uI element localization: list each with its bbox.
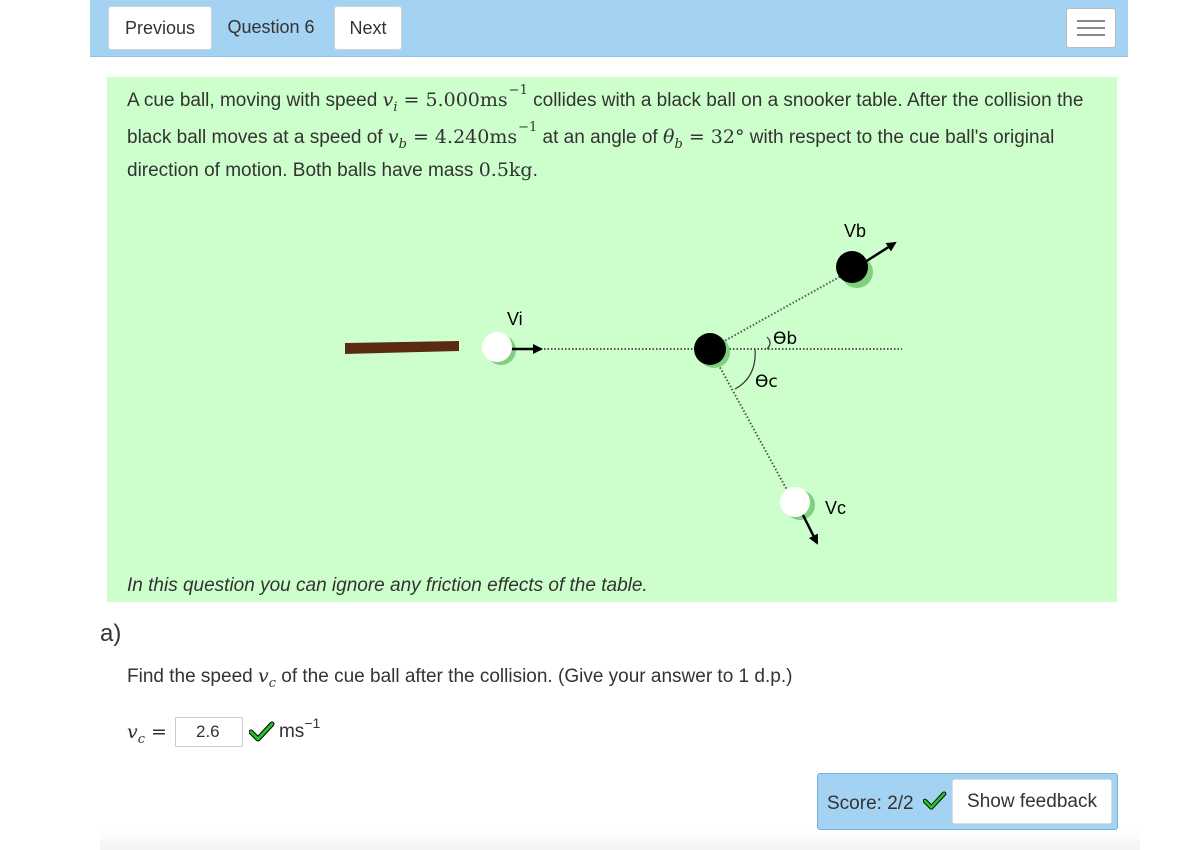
question-nav-bar: Previous Question 6 Next bbox=[90, 0, 1128, 57]
answer-row: vc = ms−1 bbox=[127, 715, 320, 749]
correct-check-icon bbox=[248, 721, 275, 742]
cue-ball-initial bbox=[482, 332, 512, 362]
black-ball-after bbox=[836, 251, 868, 283]
vb-arrow bbox=[864, 241, 897, 264]
cue-ball-after bbox=[780, 487, 810, 517]
theta-c-arc bbox=[734, 348, 756, 390]
label-theta-c: ϴc bbox=[755, 372, 778, 392]
part-a-prompt: Find the speed vc of the cue ball after … bbox=[127, 665, 793, 691]
score-text: Score: 2/2 bbox=[827, 791, 947, 815]
label-theta-b: ϴb bbox=[773, 329, 797, 349]
question-statement-panel: A cue ball, moving with speed vi = 5.000… bbox=[107, 77, 1117, 602]
answer-label: vc = bbox=[127, 721, 167, 747]
friction-note: In this question you can ignore any fric… bbox=[127, 575, 648, 596]
question-6-tab[interactable]: Question 6 bbox=[218, 6, 324, 48]
cue-stick bbox=[345, 341, 459, 354]
previous-button[interactable]: Previous bbox=[108, 6, 212, 50]
answer-unit: ms−1 bbox=[278, 715, 321, 742]
collision-diagram: Vi Vb Vc ϴb ϴc bbox=[345, 221, 902, 545]
label-vb: Vb bbox=[844, 221, 866, 241]
show-feedback-button[interactable]: Show feedback bbox=[952, 779, 1112, 824]
vc-arrow bbox=[801, 514, 819, 545]
score-check-icon bbox=[922, 791, 947, 810]
black-ball-collision bbox=[694, 333, 726, 365]
hamburger-menu-button[interactable] bbox=[1066, 8, 1116, 48]
menu-icon bbox=[1077, 20, 1105, 22]
label-vi: Vi bbox=[507, 309, 523, 329]
score-box: Score: 2/2 Show feedback bbox=[817, 773, 1118, 830]
theta-b-arc bbox=[766, 336, 771, 350]
part-a-label: a) bbox=[100, 620, 122, 647]
answer-input[interactable] bbox=[174, 717, 243, 747]
label-vc: Vc bbox=[825, 498, 846, 518]
next-button[interactable]: Next bbox=[334, 6, 402, 50]
